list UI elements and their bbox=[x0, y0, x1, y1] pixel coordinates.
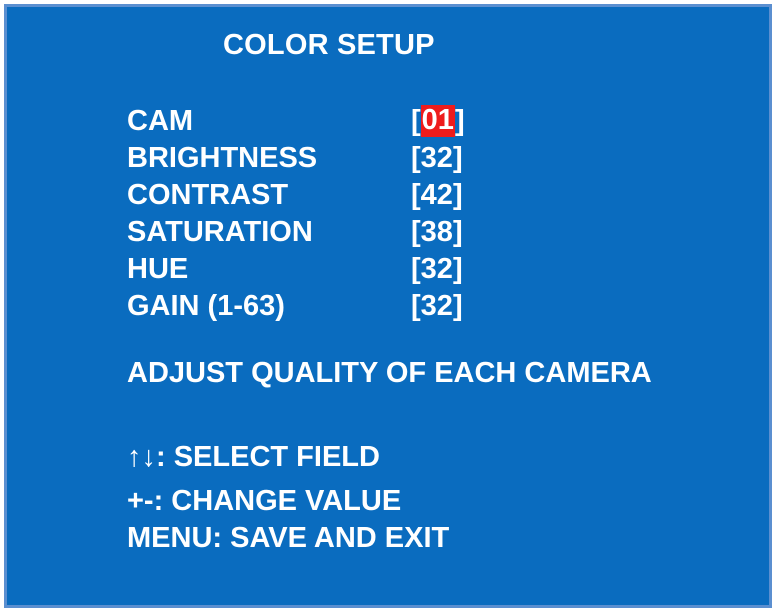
menu-description: ADJUST QUALITY OF EACH CAMERA bbox=[127, 357, 652, 389]
field-value-cam[interactable]: [01] bbox=[411, 103, 465, 139]
field-label-brightness: BRIGHTNESS bbox=[127, 142, 318, 174]
field-label-cam: CAM bbox=[127, 105, 194, 137]
field-value-saturation[interactable]: [38] bbox=[411, 214, 463, 250]
help-save-exit: MENU: SAVE AND EXIT bbox=[127, 522, 450, 554]
color-setup-menu: COLOR SETUP CAM [01] BRIGHTNESS [32] CON… bbox=[4, 4, 772, 608]
hue-value: 32 bbox=[420, 253, 453, 285]
field-value-contrast[interactable]: [42] bbox=[411, 177, 463, 213]
field-label-gain: GAIN (1-63) bbox=[127, 290, 285, 322]
gain-value: 32 bbox=[420, 290, 453, 322]
field-label-saturation: SATURATION bbox=[127, 216, 313, 248]
help-select-field: ↑↓: SELECT FIELD bbox=[127, 441, 380, 473]
brightness-value: 32 bbox=[420, 142, 453, 174]
field-row-saturation[interactable]: SATURATION [38] bbox=[127, 214, 547, 250]
field-row-gain[interactable]: GAIN (1-63) [32] bbox=[127, 288, 547, 324]
field-label-hue: HUE bbox=[127, 253, 189, 285]
field-value-gain[interactable]: [32] bbox=[411, 288, 463, 324]
field-row-contrast[interactable]: CONTRAST [42] bbox=[127, 177, 547, 213]
field-value-hue[interactable]: [32] bbox=[411, 251, 463, 287]
saturation-value: 38 bbox=[420, 216, 453, 248]
field-row-brightness[interactable]: BRIGHTNESS [32] bbox=[127, 140, 547, 176]
contrast-value: 42 bbox=[420, 179, 453, 211]
field-row-hue[interactable]: HUE [32] bbox=[127, 251, 547, 287]
field-value-brightness[interactable]: [32] bbox=[411, 140, 463, 176]
selected-value-highlight[interactable]: 01 bbox=[420, 105, 455, 137]
help-change-value: +-: CHANGE VALUE bbox=[127, 485, 402, 517]
menu-title: COLOR SETUP bbox=[223, 29, 435, 61]
field-row-cam[interactable]: CAM [01] bbox=[127, 103, 547, 139]
field-label-contrast: CONTRAST bbox=[127, 179, 289, 211]
